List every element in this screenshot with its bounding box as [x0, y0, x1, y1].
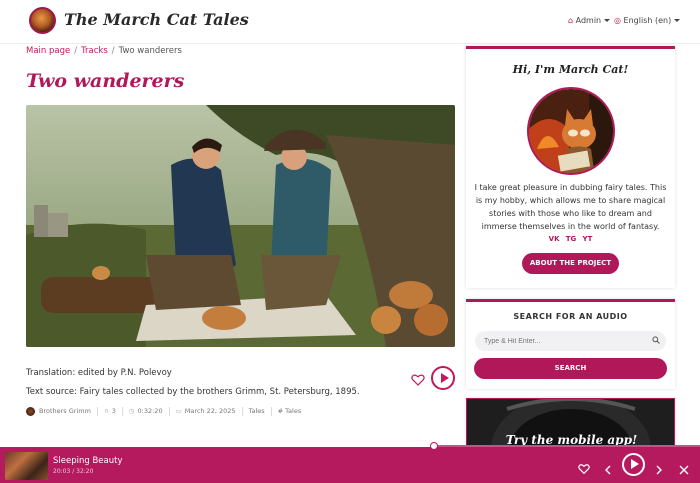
author-name[interactable]: Brothers Grimm: [39, 407, 91, 415]
globe-icon: ◎: [614, 16, 621, 25]
breadcrumb-home-link[interactable]: Main page: [26, 46, 70, 56]
breadcrumb-separator: /: [111, 46, 115, 56]
breadcrumb-tracks-link[interactable]: Tracks: [81, 46, 108, 56]
favorite-button[interactable]: [411, 372, 425, 386]
player-progress-knob[interactable]: [430, 442, 438, 450]
greeting-heading: Hi, I'm March Cat!: [512, 63, 629, 76]
telegram-icon[interactable]: TG: [566, 235, 577, 243]
audio-player-bar: Sleeping Beauty 20:03 / 32:20: [0, 442, 700, 483]
play-button[interactable]: [431, 366, 455, 390]
close-player-button[interactable]: [679, 460, 689, 475]
duration: 0:32:20: [137, 407, 163, 415]
divider: [168, 406, 170, 416]
search-title: SEARCH FOR AN AUDIO: [513, 312, 628, 321]
chevron-left-icon: [605, 465, 611, 475]
site-header: The March Cat Tales ⌂ Admin ◎ English (e…: [0, 0, 700, 44]
home-icon: ⌂: [568, 16, 574, 25]
search-icon[interactable]: [652, 336, 660, 344]
player-time: 20:03 / 32:20: [53, 468, 94, 475]
breadcrumb-current: Two wanderers: [118, 46, 182, 56]
about-text: I take great pleasure in dubbing fairy t…: [474, 183, 667, 231]
track-info-row: Brothers Grimm ∩ 3 ◷ 0:32:20 ▭ March 22,…: [26, 405, 301, 417]
chevron-down-icon: [674, 19, 681, 22]
language-menu[interactable]: ◎ English (en): [614, 16, 681, 25]
chevron-down-icon: [604, 19, 611, 22]
chevron-right-icon: [656, 465, 662, 475]
breadcrumb: Main page / Tracks / Two wanderers: [26, 46, 182, 56]
heart-icon: [411, 374, 425, 386]
divider: [241, 406, 243, 416]
about-author-card: Hi, I'm March Cat! I take great pleasure…: [466, 46, 675, 288]
player-favorite-button[interactable]: [578, 460, 590, 475]
headphones-icon: ∩: [103, 407, 109, 415]
calendar-icon: ▭: [175, 407, 182, 415]
player-progress-bar[interactable]: [0, 442, 700, 450]
breadcrumb-separator: /: [74, 46, 78, 56]
player-play-button[interactable]: [622, 453, 645, 476]
user-menu-label: Admin: [575, 16, 602, 25]
source-text: Text source: Fairy tales collected by th…: [26, 387, 360, 397]
listens-count: 3: [111, 407, 116, 415]
previous-button[interactable]: [604, 460, 612, 475]
search-card: SEARCH FOR AN AUDIO SEARCH: [466, 299, 675, 389]
player-thumbnail: [5, 452, 48, 480]
site-logo[interactable]: [29, 7, 56, 34]
player-progress-fill: [0, 445, 434, 447]
heart-icon: [578, 464, 590, 475]
track-illustration: [26, 105, 455, 347]
youtube-icon[interactable]: YT: [583, 235, 593, 243]
translation-text: Translation: edited by P.N. Polevoy: [26, 368, 172, 378]
about-project-button[interactable]: ABOUT THE PROJECT: [522, 253, 619, 274]
clock-icon: ◷: [128, 407, 135, 415]
author-avatar: [26, 406, 35, 416]
site-title[interactable]: The March Cat Tales: [64, 10, 249, 29]
user-menu[interactable]: ⌂ Admin: [568, 16, 611, 25]
category-link[interactable]: Tales: [249, 407, 265, 415]
social-links: VK TG YT: [466, 235, 675, 243]
close-icon: [679, 465, 689, 475]
page-title: Two wanderers: [26, 70, 185, 92]
divider: [270, 406, 272, 416]
page-root: { "header": { "site_title": "The March C…: [0, 0, 700, 483]
search-input[interactable]: [475, 331, 666, 351]
cat-avatar: [527, 87, 615, 175]
vk-icon[interactable]: VK: [549, 235, 560, 243]
language-menu-label: English (en): [623, 16, 672, 25]
search-button[interactable]: SEARCH: [474, 358, 667, 379]
next-button[interactable]: [655, 460, 663, 475]
publish-date: March 22, 2025: [184, 407, 236, 415]
divider: [96, 406, 98, 416]
player-track-title: Sleeping Beauty: [53, 456, 123, 466]
divider: [121, 406, 123, 416]
tag-link[interactable]: # Tales: [278, 407, 302, 415]
